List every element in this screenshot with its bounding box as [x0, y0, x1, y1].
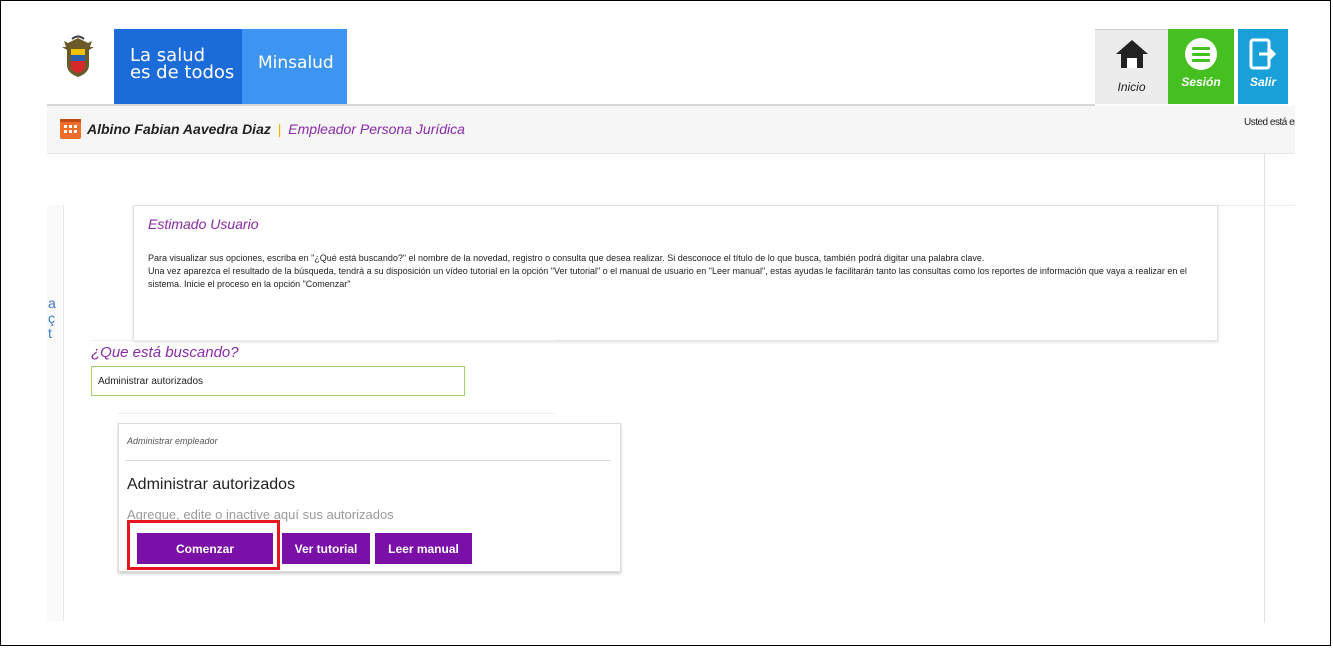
- result-title: Administrar autorizados: [127, 476, 296, 493]
- user-bar: Albino Fabian Aavedra Diaz | Empleador P…: [47, 106, 1295, 154]
- result-category: Administrar empleador: [127, 436, 218, 446]
- info-panel-body: Para visualizar sus opciones, escriba en…: [148, 252, 1198, 291]
- user-role: Empleador Persona Jurídica: [288, 121, 465, 137]
- location-breadcrumb: Usted está en: [1244, 117, 1295, 128]
- left-panel-edge: [47, 205, 64, 621]
- ver-tutorial-button[interactable]: Ver tutorial: [282, 533, 370, 564]
- nav-sesion-button[interactable]: Sesión: [1168, 29, 1234, 104]
- user-separator: |: [277, 121, 282, 137]
- info-panel: Estimado Usuario Para visualizar sus opc…: [133, 205, 1218, 341]
- coat-of-arms-icon: [62, 35, 94, 77]
- result-divider: [125, 460, 611, 461]
- search-input[interactable]: [91, 366, 465, 396]
- user-info: Albino Fabian Aavedra Diaz | Empleador P…: [87, 121, 465, 137]
- info-paragraph-2: Una vez aparezca el resultado de la búsq…: [148, 266, 1187, 289]
- result-description: Agregue, edite o inactive aquí sus autor…: [127, 507, 394, 522]
- info-paragraph-1: Para visualizar sus opciones, escriba en…: [148, 253, 985, 263]
- right-panel-edge: [1264, 153, 1265, 623]
- brand-minsalud[interactable]: Minsalud: [242, 29, 347, 104]
- search-label: ¿Que está buscando?: [91, 344, 239, 361]
- leer-manual-button[interactable]: Leer manual: [375, 533, 472, 564]
- calendar-icon: [60, 119, 81, 139]
- coat-of-arms-logo[interactable]: [47, 29, 109, 104]
- nav-sesion-label: Sesión: [1181, 75, 1221, 89]
- user-name: Albino Fabian Aavedra Diaz: [87, 121, 271, 137]
- result-card: Administrar empleador Administrar autori…: [118, 423, 621, 572]
- nav-salir-button[interactable]: Salir: [1238, 29, 1288, 104]
- brand-slogan: La salud es de todos: [114, 29, 242, 104]
- search-bottom-divider: [118, 413, 555, 414]
- nav-inicio-label: Inicio: [1117, 80, 1146, 94]
- content-top-border: [1218, 205, 1295, 206]
- search-top-divider: [91, 340, 555, 341]
- brand-line-2: es de todos: [130, 62, 235, 83]
- home-icon: [1115, 40, 1148, 68]
- left-panel-cut-text: açt: [48, 296, 56, 341]
- nav-inicio-button[interactable]: Inicio: [1095, 29, 1168, 104]
- info-panel-title: Estimado Usuario: [148, 216, 259, 232]
- exit-icon: [1249, 38, 1277, 70]
- menu-icon: [1185, 38, 1217, 70]
- nav-salir-label: Salir: [1249, 75, 1276, 89]
- comenzar-button[interactable]: Comenzar: [137, 533, 273, 564]
